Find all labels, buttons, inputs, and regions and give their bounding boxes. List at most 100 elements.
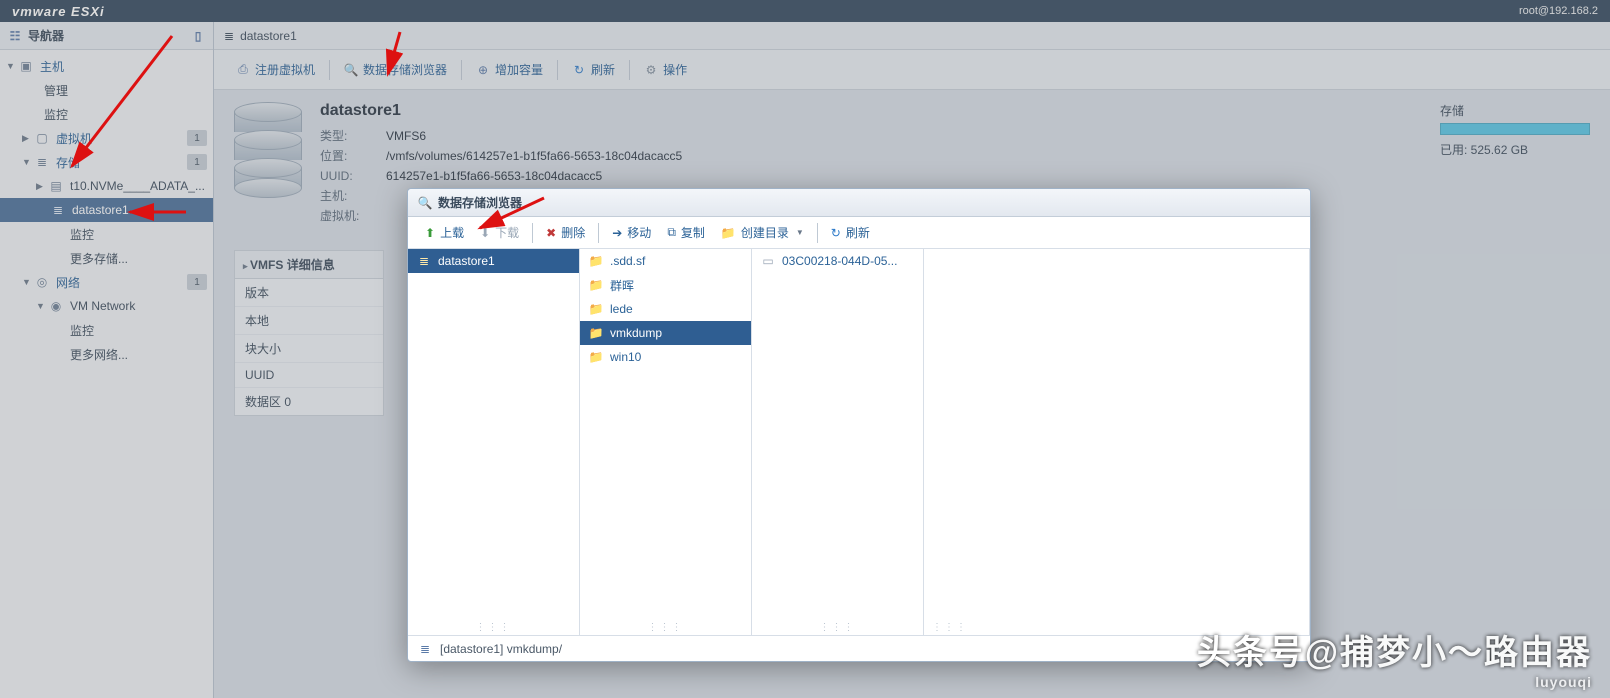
vmfs-row: 版本 [235,279,383,307]
delete-icon: ✖ [546,226,556,240]
separator [557,60,558,80]
navigator-panel: ☷ 导航器 ▯ ▼ ▣ 主机 管理 监控 ▶ ▢ 虚拟机 1 [0,22,214,698]
move-button[interactable]: ➔ 移动 [605,221,658,244]
browser-col-3[interactable]: ▭03C00218-044D-05... ⋮⋮⋮ [752,249,924,635]
nav-storage-datastore1[interactable]: ≣ datastore1 [0,198,213,222]
create-dir-button[interactable]: 📁 创建目录 ▼ [714,221,811,244]
datastore-name: datastore1 [320,102,682,120]
navigator-header: ☷ 导航器 ▯ [0,22,213,50]
nav-storage-label: 存储 [56,154,80,171]
move-icon: ➔ [612,226,622,240]
brand-label: vmware ESXi [12,4,105,19]
breadcrumb: ≣ datastore1 [214,22,1610,50]
separator [461,60,462,80]
modal-toolbar: ⬆ 上载 ⬇ 下载 ✖ 删除 ➔ 移动 ⧉ 复制 📁 创建目录 ▼ ↻ 刷新 [408,217,1310,249]
separator [629,60,630,80]
datastore-browser-button[interactable]: 🔍 数据存储浏览器 [336,57,455,82]
browser-col-2[interactable]: 📁.sdd.sf📁群晖📁lede📁vmkdump📁win10 ⋮⋮⋮ [580,249,752,635]
vmfs-row: 本地 [235,307,383,335]
datastore-browser-modal: 🔍 数据存储浏览器 ⬆ 上载 ⬇ 下载 ✖ 删除 ➔ 移动 ⧉ 复制 📁 创建目… [407,188,1311,662]
folder-row[interactable]: 📁lede [580,297,751,321]
folder-icon: 📁 [588,254,604,268]
chevron-down-icon: ▼ [796,228,804,237]
nav-tree: ▼ ▣ 主机 管理 监控 ▶ ▢ 虚拟机 1 ▼ ≣ 存储 1 [0,50,213,698]
separator [329,60,330,80]
gear-icon: ⚙ [644,63,658,77]
upload-button[interactable]: ⬆ 上载 [418,221,471,244]
folder-icon: 📁 [588,326,604,340]
nav-storage[interactable]: ▼ ≣ 存储 1 [0,150,213,174]
modal-title-bar[interactable]: 🔍 数据存储浏览器 [408,189,1310,217]
nav-network-badge: 1 [187,274,207,290]
nav-storage-more[interactable]: 更多存储... [0,246,213,270]
nav-network-label: 网络 [56,274,80,291]
splitter-grip[interactable]: ⋮⋮⋮ [476,622,512,633]
increase-capacity-button[interactable]: ⊕ 增加容量 [468,57,551,82]
storage-box-title: 存储 [1440,102,1590,119]
browser-col-1[interactable]: ≣ datastore1 ⋮⋮⋮ [408,249,580,635]
register-vm-icon: ⎙ [236,63,250,77]
browser-col-4[interactable]: ⋮⋮⋮ [924,249,1310,635]
download-icon: ⬇ [480,226,490,240]
folder-row[interactable]: 📁win10 [580,345,751,369]
register-vm-button[interactable]: ⎙ 注册虚拟机 [228,57,323,82]
nav-storage-monitor[interactable]: 监控 [0,222,213,246]
nav-network-monitor[interactable]: 监控 [0,318,213,342]
file-icon: ▭ [760,254,776,268]
nav-host-monitor[interactable]: 监控 [0,102,213,126]
separator [598,223,599,243]
browser-icon: 🔍 [418,196,432,210]
nav-host-label: 主机 [40,58,64,75]
browser-columns: ≣ datastore1 ⋮⋮⋮ 📁.sdd.sf📁群晖📁lede📁vmkdum… [408,249,1310,635]
folder-plus-icon: 📁 [721,226,736,240]
vmfs-row: 数据区 0 [235,388,383,415]
portgroup-icon: ◉ [48,298,64,314]
datastore-cylinder-icon [234,102,302,194]
caret-down-icon: ▼ [22,277,32,287]
modal-path: [datastore1] vmkdump/ [440,642,562,656]
refresh-button[interactable]: ↻ 刷新 [564,57,623,82]
nav-network-more[interactable]: 更多网络... [0,342,213,366]
vmfs-row: UUID [235,363,383,388]
nav-storage-nvme[interactable]: ▶ ▤ t10.NVMe____ADATA_... [0,174,213,198]
folder-row[interactable]: 📁.sdd.sf [580,249,751,273]
copy-icon: ⧉ [667,225,676,240]
browser-icon: 🔍 [344,63,358,77]
nav-network-vmnet[interactable]: ▼ ◉ VM Network [0,294,213,318]
actions-button[interactable]: ⚙ 操作 [636,57,695,82]
folder-row-datastore1[interactable]: ≣ datastore1 [408,249,579,273]
vmfs-row: 块大小 [235,335,383,363]
splitter-grip[interactable]: ⋮⋮⋮ [932,622,968,633]
expand-icon: ⊕ [476,63,490,77]
navigator-title: 导航器 [28,27,64,44]
disk-icon: ▤ [48,178,64,194]
modal-refresh-button[interactable]: ↻ 刷新 [824,221,877,244]
host-icon: ▣ [18,58,34,74]
folder-row[interactable]: 📁群晖 [580,273,751,297]
caret-down-icon: ▼ [36,301,46,311]
folder-icon: 📁 [588,350,604,364]
folder-icon: 📁 [588,302,604,316]
datastore-icon: ≣ [416,254,432,268]
connected-user: root@192.168.2 [1519,5,1598,17]
delete-button[interactable]: ✖ 删除 [539,221,592,244]
nav-vm[interactable]: ▶ ▢ 虚拟机 1 [0,126,213,150]
nav-network[interactable]: ▼ ◎ 网络 1 [0,270,213,294]
copy-button[interactable]: ⧉ 复制 [660,221,712,244]
nav-vm-badge: 1 [187,130,207,146]
datastore-icon: ≣ [418,642,432,656]
vmfs-panel-title[interactable]: VMFS 详细信息 [235,251,383,279]
file-row[interactable]: ▭03C00218-044D-05... [752,249,923,273]
storage-usage-bar [1440,123,1590,135]
upload-icon: ⬆ [425,226,435,240]
splitter-grip[interactable]: ⋮⋮⋮ [648,622,684,633]
folder-row[interactable]: 📁vmkdump [580,321,751,345]
splitter-grip[interactable]: ⋮⋮⋮ [820,622,856,633]
nav-vm-label: 虚拟机 [56,130,92,147]
nav-host-manage[interactable]: 管理 [0,78,213,102]
storage-usage-box: 存储 已用: 525.62 GB [1440,102,1590,686]
refresh-icon: ↻ [572,63,586,77]
nav-collapse-icon[interactable]: ▯ [191,29,205,43]
datastore-icon: ≣ [224,29,234,43]
nav-host[interactable]: ▼ ▣ 主机 [0,54,213,78]
